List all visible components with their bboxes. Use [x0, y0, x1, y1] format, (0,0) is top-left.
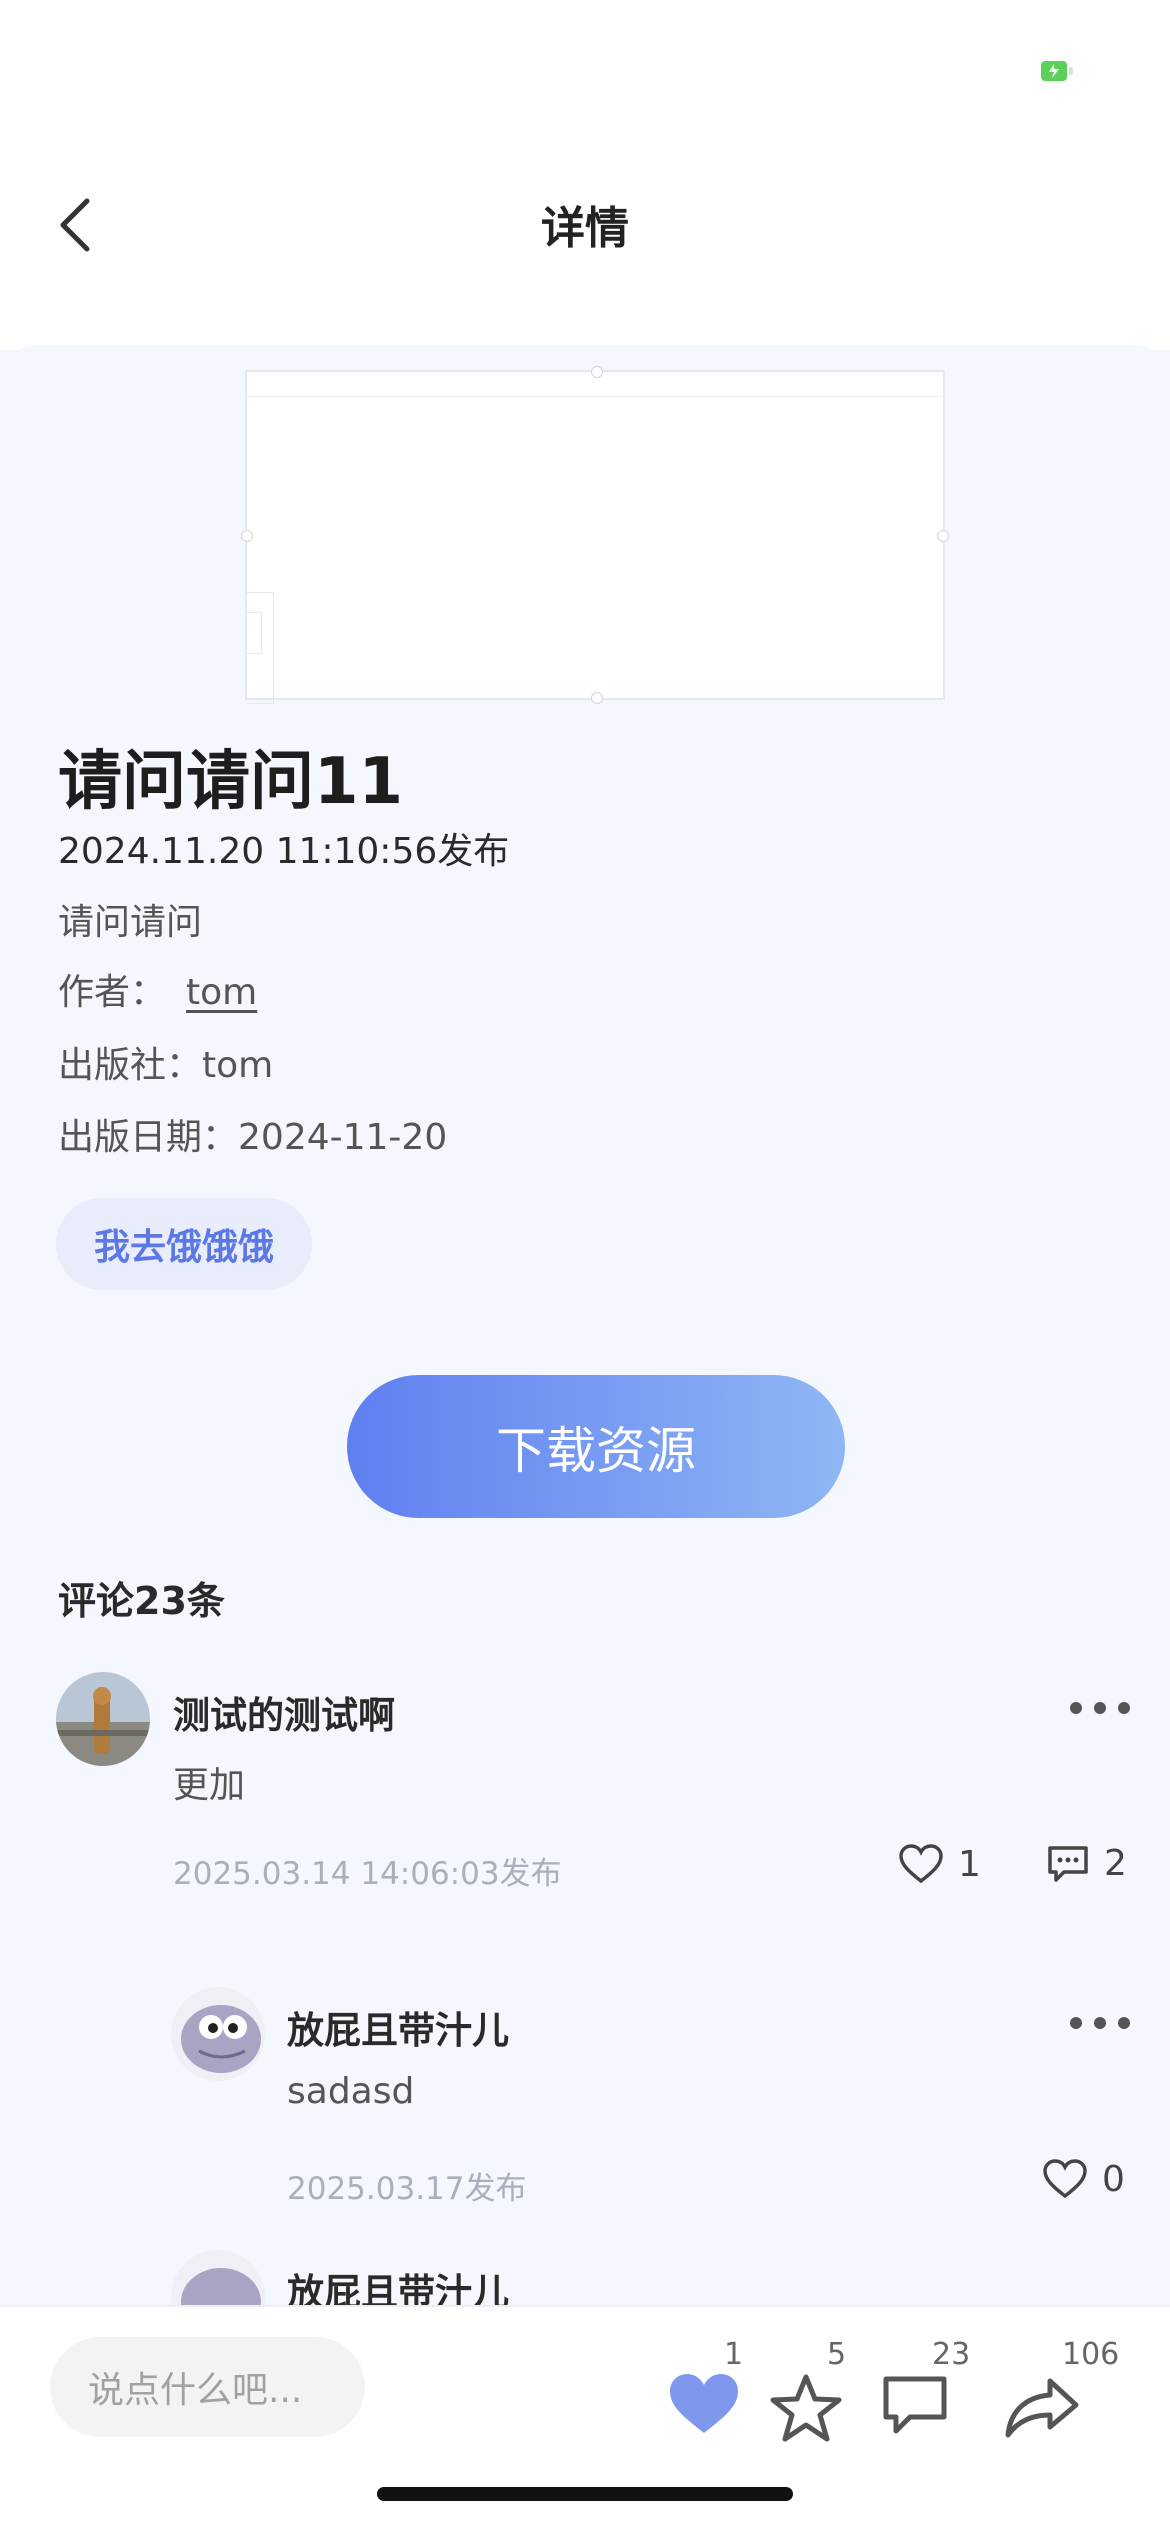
share-button[interactable]: 106 [1002, 2337, 1119, 2438]
like-count: 0 [1102, 2158, 1125, 2200]
comment-bubble-icon [1048, 1845, 1088, 1882]
battery-icon [1041, 61, 1073, 81]
nav-bar: 详情 [0, 150, 1170, 350]
author-link[interactable]: tom [186, 972, 257, 1013]
reply-like-button[interactable]: 0 [1042, 2158, 1125, 2200]
page-title: 详情 [541, 203, 629, 254]
category-tag[interactable]: 我去饿饿饿 [56, 1198, 313, 1290]
heart-outline-icon [899, 1844, 943, 1884]
book-title: 请问请问11 [58, 745, 404, 819]
favorite-button[interactable]: 5 [765, 2337, 855, 2442]
more-options-button[interactable] [1070, 1698, 1130, 1718]
comments-header: 评论23条 [58, 1579, 225, 1623]
pubdate-label: 出版日期： [58, 1117, 239, 1158]
like-button[interactable]: 1 [660, 2337, 750, 2437]
publisher-label: 出版社： [58, 1045, 203, 1086]
avatar-photo [56, 1672, 150, 1766]
comment-button[interactable]: 23 [880, 2337, 970, 2437]
publisher-row: 出版社：tom [58, 1036, 273, 1088]
reply-username[interactable]: 放屁且带汁儿 [287, 2000, 509, 2054]
comment-like-button[interactable]: 1 [898, 1843, 981, 1885]
heart-filled-icon [670, 2374, 738, 2433]
comment-input[interactable]: 说点什么吧... [50, 2337, 365, 2437]
publish-time: 2024.11.20 11:10:56发布 [58, 831, 510, 872]
author-label: 作者： [58, 972, 167, 1013]
share-arrow-icon [1005, 2378, 1079, 2438]
reply-time: 2025.03.17发布 [287, 2171, 527, 2207]
avatar[interactable] [56, 1672, 150, 1766]
comment-username[interactable]: 测试的测试啊 [173, 1685, 395, 1739]
comment-count: 23 [932, 2337, 971, 2372]
comment-time: 2025.03.14 14:06:03发布 [173, 1856, 562, 1892]
like-count: 1 [724, 2337, 744, 2372]
pubdate-row: 出版日期：2024-11-20 [58, 1108, 447, 1160]
favorite-count: 5 [827, 2337, 847, 2372]
book-description: 请问请问 [58, 902, 203, 943]
home-indicator [377, 2487, 793, 2501]
comment-reply-button[interactable]: 2 [1046, 1843, 1127, 1884]
publisher-value: tom [202, 1045, 274, 1086]
status-bar [0, 0, 1170, 150]
reply-count: 2 [1104, 1843, 1127, 1884]
like-count: 1 [958, 1843, 981, 1885]
avatar[interactable] [171, 1987, 265, 2081]
comment-bubble-icon [883, 2376, 947, 2434]
comment-text: 更加 [173, 1765, 246, 1806]
star-icon [770, 2374, 842, 2442]
resource-preview-image[interactable] [241, 366, 949, 704]
share-count: 106 [1062, 2337, 1120, 2372]
more-options-button[interactable] [1070, 2013, 1130, 2033]
pubdate-value: 2024-11-20 [238, 1117, 448, 1158]
download-button[interactable]: 下载资源 [347, 1375, 845, 1518]
heart-outline-icon [1043, 2159, 1087, 2199]
reply-text: sadasd [287, 2071, 415, 2112]
author-row: 作者： tom [58, 963, 257, 1015]
avatar-frog-icon [171, 1987, 265, 2081]
